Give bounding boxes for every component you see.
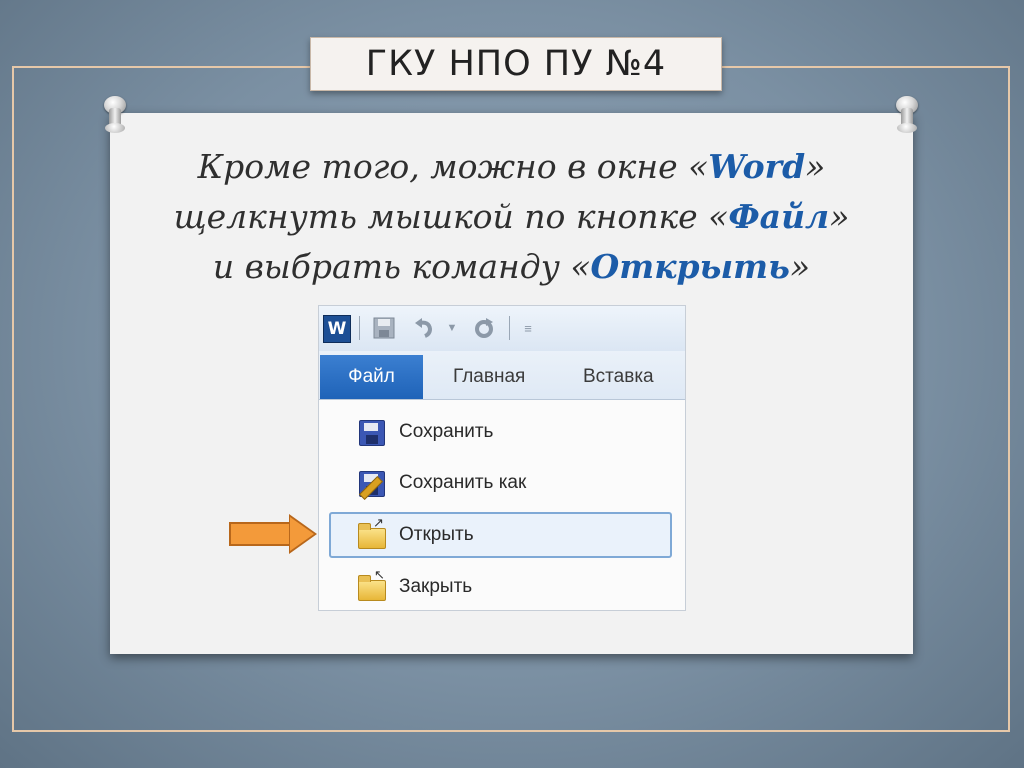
customize-toolbar-icon[interactable]: ≡ bbox=[515, 315, 541, 341]
close-folder-icon: ↖ bbox=[357, 567, 386, 601]
open-folder-icon: ↗ bbox=[357, 515, 386, 549]
undo-dropdown-icon[interactable]: ▼ bbox=[439, 315, 465, 341]
text-fragment: » bbox=[789, 247, 811, 286]
slide-title: ГКУ НПО ПУ №4 bbox=[365, 44, 667, 84]
word-screenshot: W ▼ ≡ Файл Главная Вставка Сохранить Сох… bbox=[318, 305, 686, 611]
file-menu: Сохранить Сохранить как ↗ Открыть ↖ Закр… bbox=[319, 400, 685, 610]
text-fragment: Кроме того, можно в окне « bbox=[197, 147, 709, 186]
menu-item-label: Сохранить как bbox=[399, 472, 527, 493]
menu-item-label: Закрыть bbox=[399, 576, 473, 597]
save-icon bbox=[357, 418, 385, 446]
pointer-arrow-icon bbox=[229, 514, 319, 554]
save-icon[interactable] bbox=[371, 315, 397, 341]
paragraph-line-3: и выбрать команду «Открыть» bbox=[150, 242, 873, 292]
text-fragment: » bbox=[805, 147, 826, 186]
text-fragment: » bbox=[829, 197, 850, 236]
menu-item-close[interactable]: ↖ Закрыть bbox=[329, 564, 672, 610]
toolbar-separator bbox=[509, 316, 510, 340]
word-logo-icon[interactable]: W bbox=[323, 315, 351, 343]
pin-left-icon bbox=[102, 96, 128, 134]
toolbar-separator bbox=[359, 316, 360, 340]
paragraph-line-1: Кроме того, можно в окне «Word» bbox=[150, 142, 873, 192]
tab-file[interactable]: Файл bbox=[320, 355, 423, 399]
ribbon-tab-bar: Файл Главная Вставка bbox=[319, 351, 685, 400]
highlight-word: Word bbox=[708, 147, 806, 186]
text-fragment: щелкнуть мышкой по кнопке « bbox=[173, 197, 729, 236]
paragraph-line-2: щелкнуть мышкой по кнопке «Файл» bbox=[150, 192, 873, 242]
highlight-open: Открыть bbox=[590, 247, 790, 286]
menu-item-save-as[interactable]: Сохранить как bbox=[329, 460, 672, 506]
undo-icon[interactable] bbox=[411, 315, 437, 341]
quick-access-toolbar: W ▼ ≡ bbox=[319, 306, 685, 351]
highlight-file: Файл bbox=[728, 197, 830, 236]
redo-icon[interactable] bbox=[471, 315, 497, 341]
slide-paragraph: Кроме того, можно в окне «Word» щелкнуть… bbox=[150, 142, 873, 292]
save-as-icon bbox=[357, 469, 385, 501]
text-fragment: и выбрать команду « bbox=[212, 247, 591, 286]
menu-item-save[interactable]: Сохранить bbox=[329, 409, 672, 455]
tab-insert[interactable]: Вставка bbox=[583, 355, 654, 399]
menu-item-label: Сохранить bbox=[399, 421, 494, 442]
tab-home[interactable]: Главная bbox=[453, 355, 525, 399]
slide-title-box: ГКУ НПО ПУ №4 bbox=[310, 37, 722, 91]
pin-right-icon bbox=[894, 96, 920, 134]
menu-item-label: Открыть bbox=[399, 524, 474, 545]
menu-item-open[interactable]: ↗ Открыть bbox=[329, 512, 672, 558]
